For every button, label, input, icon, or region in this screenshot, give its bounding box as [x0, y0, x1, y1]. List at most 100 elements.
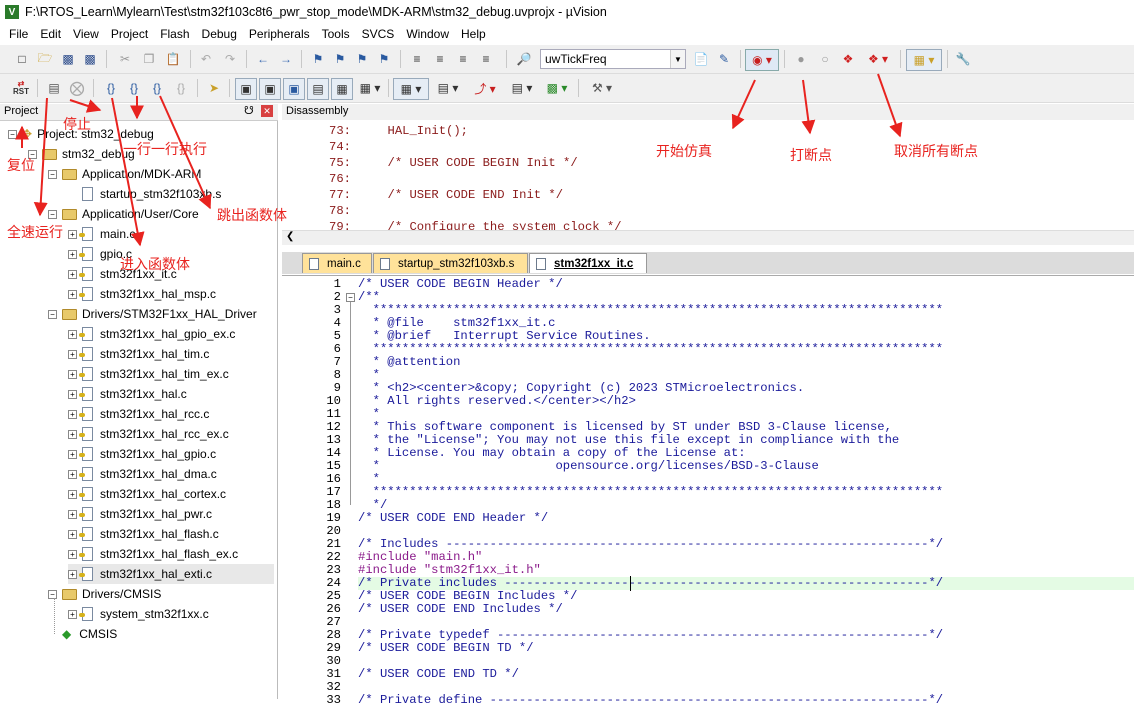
expand-icon[interactable]: + [68, 509, 77, 519]
menu-project[interactable]: Project [105, 27, 154, 41]
insert-breakpoint-icon[interactable]: ● [791, 49, 811, 69]
disassembly-line[interactable]: 73: HAL_Init(); [329, 124, 468, 138]
disassembly-line[interactable]: 78: [329, 204, 351, 218]
open-file-icon[interactable]: 🗁 [35, 49, 55, 69]
chevron-down-icon[interactable]: ▼ [670, 50, 685, 68]
code-line[interactable]: /* USER CODE BEGIN Header */ [358, 278, 563, 291]
tree-item[interactable]: + stm32f1xx_hal_gpio.c [68, 444, 216, 464]
copy-icon[interactable]: ❐ [139, 49, 159, 69]
tree-item[interactable]: + stm32f1xx_hal_msp.c [68, 284, 216, 304]
call-stack-window-icon[interactable]: ▦ [331, 78, 353, 100]
tab-stm32f1xx-it[interactable]: stm32f1xx_it.c [529, 253, 647, 273]
collapse-icon[interactable]: − [48, 309, 57, 319]
find-combo[interactable]: uwTickFreq ▼ [540, 49, 686, 69]
start-debug-session-icon[interactable]: ◉ ▾ [745, 49, 779, 71]
expand-icon[interactable]: + [68, 369, 77, 379]
code-line[interactable]: ****************************************… [358, 486, 943, 499]
expand-icon[interactable]: + [68, 349, 77, 359]
run-to-cursor-icon[interactable]: {} [171, 78, 191, 98]
window-layout-icon[interactable]: ▦ ▾ [906, 49, 942, 71]
menu-tools[interactable]: Tools [316, 27, 356, 41]
menu-window[interactable]: Window [400, 27, 455, 41]
tree-item[interactable]: + stm32f1xx_hal_rcc_ex.c [68, 424, 229, 444]
step-out-icon[interactable]: {} [147, 78, 167, 98]
serial-windows-icon[interactable]: ▤ ▾ [433, 78, 463, 98]
configure-icon[interactable]: 🔧 [953, 49, 973, 69]
unindent-icon[interactable]: ≡ [430, 49, 450, 69]
tree-item[interactable]: +startup_stm32f103xb.s [68, 184, 221, 204]
expand-icon[interactable]: + [68, 449, 77, 459]
menu-file[interactable]: File [3, 27, 34, 41]
menu-edit[interactable]: Edit [34, 27, 67, 41]
disassembly-line[interactable]: 75: /* USER CODE BEGIN Init */ [329, 156, 578, 170]
menu-flash[interactable]: Flash [154, 27, 195, 41]
tree-item[interactable]: ◆ CMSIS [48, 624, 117, 644]
close-icon[interactable]: ✕ [261, 105, 273, 117]
incremental-find-icon[interactable]: 📄 [691, 49, 711, 69]
tree-item[interactable]: + stm32f1xx_hal_flash.c [68, 524, 219, 544]
navigate-forward-icon[interactable]: → [276, 49, 296, 69]
navigate-back-icon[interactable]: ← [253, 49, 273, 69]
tree-item[interactable]: + main.c [68, 224, 135, 244]
next-bookmark-icon[interactable]: ⚑ [352, 49, 372, 69]
clear-bookmarks-icon[interactable]: ⚑ [374, 49, 394, 69]
tree-item[interactable]: + stm32f1xx_hal_gpio_ex.c [68, 324, 235, 344]
run-icon[interactable]: ▤ [44, 78, 64, 98]
watch-windows-icon[interactable]: ▦ ▾ [355, 78, 385, 98]
tree-item[interactable]: − Drivers/STM32F1xx_HAL_Driver [48, 304, 257, 324]
menu-help[interactable]: Help [455, 27, 492, 41]
expand-icon[interactable]: + [68, 269, 77, 279]
code-line[interactable]: /* USER CODE END Includes */ [358, 603, 563, 616]
tree-item[interactable]: − stm32_debug [28, 144, 135, 164]
code-line[interactable]: /* USER CODE BEGIN TD */ [358, 642, 534, 655]
expand-icon[interactable]: + [68, 489, 77, 499]
bookmark-icon[interactable]: ⚑ [308, 49, 328, 69]
disassembly-window-icon[interactable]: ▣ [259, 78, 281, 100]
system-viewer-icon[interactable]: ▩ ▾ [542, 78, 572, 98]
disassembly-window[interactable]: 73: HAL_Init(); 74: 75: /* USER CODE BEGIN… [282, 120, 1134, 230]
expand-icon[interactable]: + [68, 389, 77, 399]
code-line[interactable]: /* Private define ----------------------… [358, 694, 943, 707]
tab-main-c[interactable]: main.c [302, 253, 372, 273]
expand-icon[interactable]: + [68, 609, 77, 619]
collapse-icon[interactable]: − [346, 293, 355, 302]
code-line[interactable]: * All rights reserved.</center></h2> [358, 395, 636, 408]
command-window-icon[interactable]: ▣ [235, 78, 257, 100]
disassembly-line[interactable]: 79: /* Configure the system clock */ [329, 220, 622, 230]
collapse-icon[interactable]: − [48, 169, 57, 179]
enable-breakpoint-icon[interactable]: ○ [815, 49, 835, 69]
tree-item[interactable]: + stm32f1xx_hal_dma.c [68, 464, 217, 484]
code-line[interactable]: /* USER CODE END Header */ [358, 512, 548, 525]
expand-icon[interactable]: + [68, 289, 77, 299]
collapse-icon[interactable]: − [48, 209, 57, 219]
tree-item[interactable]: − Application/MDK-ARM [48, 164, 201, 184]
find-icon[interactable]: ✎ [714, 49, 734, 69]
paste-icon[interactable]: 📋 [163, 49, 183, 69]
collapse-icon[interactable]: − [8, 129, 17, 139]
expand-icon[interactable]: + [68, 329, 77, 339]
disassembly-line[interactable]: 76: [329, 172, 351, 186]
disable-breakpoints-icon[interactable]: ❖ [838, 49, 858, 69]
expand-icon[interactable]: + [68, 229, 77, 239]
menu-svcs[interactable]: SVCS [356, 27, 401, 41]
expand-icon[interactable]: + [68, 549, 77, 559]
symbols-window-icon[interactable]: ▣ [283, 78, 305, 100]
find-in-files-icon[interactable]: 🔎 [514, 49, 534, 69]
menu-debug[interactable]: Debug [196, 27, 243, 41]
expand-icon[interactable]: + [68, 529, 77, 539]
save-all-icon[interactable]: ▩ [80, 49, 100, 69]
expand-icon[interactable]: + [68, 429, 77, 439]
expand-icon[interactable]: + [68, 249, 77, 259]
indent-icon[interactable]: ≡ [407, 49, 427, 69]
save-icon[interactable]: ▩ [58, 49, 78, 69]
tree-item[interactable]: + stm32f1xx_hal_cortex.c [68, 484, 226, 504]
scroll-left-icon[interactable]: ❮ [286, 231, 294, 242]
new-file-icon[interactable]: □ [12, 49, 32, 69]
tree-item[interactable]: + stm32f1xx_hal_tim_ex.c [68, 364, 229, 384]
kill-all-breakpoints-icon[interactable]: ❖ ▾ [863, 49, 893, 69]
stop-icon[interactable]: ⨂ [67, 78, 87, 98]
uncomment-icon[interactable]: ≡ [476, 49, 496, 69]
tree-item[interactable]: + system_stm32f1xx.c [68, 604, 209, 624]
expand-icon[interactable]: + [68, 469, 77, 479]
undo-icon[interactable]: ↶ [196, 49, 216, 69]
